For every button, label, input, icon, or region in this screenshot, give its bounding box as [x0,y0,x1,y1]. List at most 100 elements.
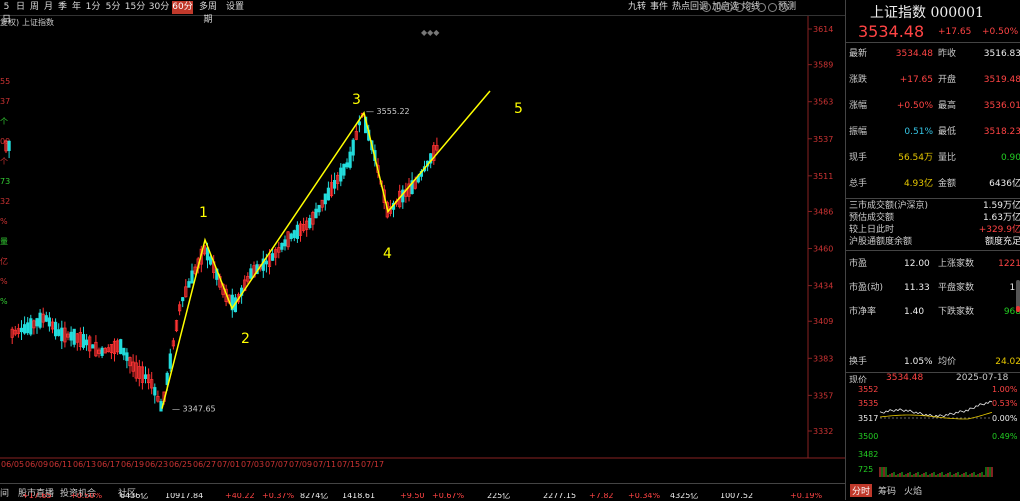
ctrl-d-icon[interactable] [757,3,766,12]
period-9[interactable]: 30分 [148,1,170,14]
stat-row: 市净率 1.40 下跌家数 968 [846,304,1020,320]
period-11[interactable]: 多周期 [195,1,221,25]
period-4[interactable]: 季 [56,1,69,14]
candle [305,217,309,237]
left-edge-10: % [0,277,8,286]
turnover-value: 1.63万亿 [982,213,1020,223]
candle [336,172,340,191]
left-edge-4: 个 [0,157,8,166]
candle [314,202,318,219]
wave-label-w2: 2 [241,331,250,347]
intraday-minichart[interactable]: 3552 3535 3517 3500 3482 725 1.00% 0.53% 0.00% 0.… [846,383,1020,483]
candle [283,235,287,251]
candle [26,317,30,336]
quote-value: 3518.23 [983,127,1020,137]
candle [7,140,11,159]
period-2[interactable]: 周 [28,1,41,14]
toolbar-btn-1[interactable]: 事件 [650,1,668,14]
x-tick-4: 06/17 [97,460,120,468]
mini-y-right-1: 0.53% [992,399,1018,408]
candle [230,288,234,318]
turnover-row: 沪股通额度余额 额度充足 [846,236,1020,248]
stat-label: 市盈(动) [849,283,884,293]
candle [249,263,253,281]
ctrl-f-icon[interactable] [779,3,788,12]
toolbar-btn-0[interactable]: 九转 [628,1,646,14]
candle [140,361,144,390]
mini-y-right-3: 0.49% [992,432,1018,441]
quote-label: 涨幅 [849,101,868,111]
candle [131,354,135,378]
y-tick-4: 3511 [813,172,833,181]
stat-label: 市净率 [849,307,877,317]
candle [81,326,86,350]
candle [109,344,113,360]
candle [317,204,321,216]
candle [47,312,52,332]
ctrl-c-icon[interactable] [746,3,755,12]
left-edge-11: % [0,297,8,306]
candle [177,301,182,316]
ctrl-e-icon[interactable] [768,3,777,12]
status-value: 2277.15 [543,493,577,500]
candle [246,272,250,284]
stat-value: 11.33 [904,283,930,293]
x-tick-7: 06/25 [169,460,192,468]
x-tick-0: 06/05 [1,460,24,468]
close-icon[interactable] [735,3,744,12]
period-5[interactable]: 年 [70,1,83,14]
ctrl-a-icon[interactable] [702,3,711,12]
candle [153,383,157,404]
candle [342,163,346,180]
candle [190,263,194,284]
period-10[interactable]: 60分 [172,1,193,14]
period-1[interactable]: 日 [14,1,27,14]
stat-label: 上涨家数 [938,259,975,269]
quote-price: 3534.48 [858,22,925,41]
quote-label: 金额 [938,179,957,189]
x-tick-13: 07/11 [313,460,336,468]
candle [54,318,58,340]
quote-value: 4.93亿 [903,179,933,189]
candle [75,332,79,351]
candle [345,158,349,169]
mini-y-left-5: 725 [858,465,873,474]
mini-y-left-1: 3535 [858,399,878,408]
ctrl-b-icon[interactable] [713,3,722,12]
eye-icon[interactable] [724,3,733,12]
candle [168,348,172,372]
candle [311,210,315,231]
candle [69,326,73,347]
x-tick-2: 06/11 [49,460,72,468]
period-0[interactable]: 5日 [0,1,13,25]
quote-change-pct: +0.50% [982,27,1019,37]
stat-value: 1221 [998,259,1020,269]
candle [78,327,82,351]
quote-panel: 上证指数 000001 3534.48 +17.65 +0.50% 最新 3534… [845,0,1020,500]
kline-chart-area[interactable]: 3614 3589 3563 3537 3511 3486 3460 3434 3409 3383… [0,16,845,469]
period-3[interactable]: 月 [42,1,55,14]
period-6[interactable]: 1分 [84,1,102,14]
quote-value: 6436亿 [989,179,1020,189]
quote-label: 量比 [938,153,957,163]
wave-label-w4: 4 [383,246,392,262]
candle [66,331,70,341]
period-12[interactable]: 设置 [223,1,247,14]
candle [326,181,331,201]
kline-chart[interactable]: 3614358935633537351134863460343434093383… [0,16,845,469]
period-7[interactable]: 5分 [104,1,122,14]
quote-row: 涨跌 +17.65 开盘 3519.48 [846,72,1020,88]
turnover-row: 较上日此时 +329.9亿 [846,224,1020,236]
x-tick-15: 07/17 [361,460,384,468]
candle [94,335,98,358]
candle [57,323,61,337]
quote-row: 振幅 0.51% 最低 3518.23 [846,124,1020,140]
period-8[interactable]: 15分 [124,1,146,14]
quote-value: 3536.01 [983,101,1020,111]
candle [432,142,436,165]
candle [44,311,48,323]
candle [97,347,101,358]
status-value: 225亿 [487,493,511,500]
candle [332,172,337,195]
turnover-label: 较上日此时 [849,225,895,235]
